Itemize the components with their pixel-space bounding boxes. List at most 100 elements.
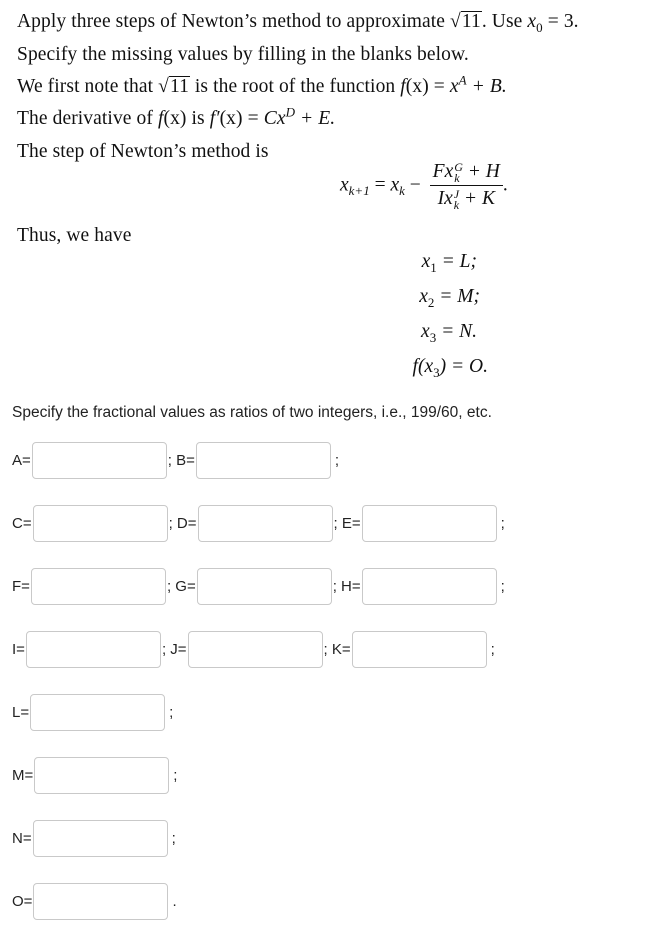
text: Apply three steps of Newton’s method to … xyxy=(17,11,451,32)
answer-row-F-G-H: F= ; G= ; H= ; xyxy=(12,566,505,606)
answer-row-M: M= ; xyxy=(12,755,177,795)
terminator: ; xyxy=(171,829,176,847)
input-I[interactable] xyxy=(25,630,161,668)
fraction: Fx Gk + H Ix Jk + K xyxy=(429,161,503,211)
text: . Use xyxy=(481,11,528,32)
text: − xyxy=(404,174,426,196)
answer-row-N: N= ; xyxy=(12,818,176,858)
text: = L; xyxy=(436,251,477,272)
text: = xyxy=(428,76,450,97)
label-E: ; E= xyxy=(333,514,361,532)
input-G[interactable] xyxy=(196,567,332,605)
var: x xyxy=(421,321,430,342)
text: . xyxy=(502,174,508,196)
sqrt-11: √11 xyxy=(158,76,190,98)
instruction-text: Specify the fractional values as ratios … xyxy=(12,404,492,421)
var-fprime: f′ xyxy=(209,108,220,129)
problem-line-5: The step of Newton’s method is xyxy=(17,141,269,162)
answer-row-C-D-E: C= ; D= ; E= ; xyxy=(12,503,505,543)
sup-sub: Gk xyxy=(454,161,463,185)
radical-sign-icon: √ xyxy=(158,76,169,97)
var-x: x xyxy=(444,188,453,210)
text: is the root of the function xyxy=(189,76,401,97)
text: = 3. xyxy=(542,11,579,32)
terminator: ; xyxy=(334,451,340,469)
subscript: 0 xyxy=(536,19,543,35)
text: + K xyxy=(459,188,495,210)
var-x: x xyxy=(276,108,286,129)
subscript: k xyxy=(454,170,460,185)
text: ) = O. xyxy=(439,356,488,377)
text: + B. xyxy=(466,76,507,97)
input-K[interactable] xyxy=(351,630,487,668)
result-x1: x1 = L; xyxy=(421,251,477,274)
result-x3: x3 = N. xyxy=(421,321,477,344)
answer-row-A-B: A= ; B= ; xyxy=(12,440,339,480)
label-D: ; D= xyxy=(168,514,197,532)
var-x: x xyxy=(444,161,454,182)
label-K: ; K= xyxy=(323,640,351,658)
text: The derivative of xyxy=(17,108,158,129)
text: + E. xyxy=(295,108,336,129)
coef-F: F xyxy=(432,161,445,182)
label-N: N= xyxy=(12,829,32,847)
label-H: ; H= xyxy=(332,577,361,595)
text: is xyxy=(186,108,210,129)
input-O[interactable] xyxy=(33,882,169,920)
var-x: x xyxy=(390,174,400,196)
input-A[interactable] xyxy=(31,441,167,479)
subscript: k+1 xyxy=(348,183,370,199)
answer-row-I-J-K: I= ; J= ; K= ; xyxy=(12,629,495,669)
input-N[interactable] xyxy=(32,819,168,857)
var-x: x xyxy=(340,174,349,196)
denominator: Ix Jk + K xyxy=(430,186,503,211)
exponent-A: A xyxy=(458,72,467,88)
coef-C: C xyxy=(263,108,277,129)
answer-row-O: O= . xyxy=(12,881,177,921)
label-O: O= xyxy=(12,892,33,910)
text: (x) xyxy=(219,108,243,129)
var-x: x xyxy=(527,11,537,32)
result-f-x3: f(x3) = O. xyxy=(413,356,488,379)
input-D[interactable] xyxy=(197,504,333,542)
radical-sign-icon: √ xyxy=(450,11,461,32)
problem-line-2: Specify the missing values by filling in… xyxy=(17,44,469,65)
label-C: C= xyxy=(12,514,32,532)
var-x: x xyxy=(449,76,459,97)
input-L[interactable] xyxy=(30,693,166,731)
terminator: ; xyxy=(500,577,505,595)
input-F[interactable] xyxy=(30,567,166,605)
label-B: ; B= xyxy=(167,451,195,469)
input-B[interactable] xyxy=(195,441,331,479)
text: (x) xyxy=(163,108,187,129)
var: x xyxy=(421,251,431,272)
label-I: I= xyxy=(12,640,25,658)
terminator: ; xyxy=(500,514,505,532)
terminator: . xyxy=(172,892,177,910)
problem-line-1: Apply three steps of Newton’s method to … xyxy=(17,11,579,35)
radicand: 11 xyxy=(460,11,482,32)
input-C[interactable] xyxy=(32,504,168,542)
input-H[interactable] xyxy=(361,567,497,605)
label-J: ; J= xyxy=(161,640,187,658)
label-M: M= xyxy=(12,766,34,784)
text: (x) xyxy=(405,76,429,97)
text: We first note that xyxy=(17,76,159,97)
sqrt-11: √11 xyxy=(450,11,482,33)
input-E[interactable] xyxy=(361,504,497,542)
text: = M; xyxy=(434,286,480,307)
radicand: 11 xyxy=(168,76,190,97)
result-x2: x2 = M; xyxy=(419,286,480,309)
newton-step-formula: xk+1 = xk − Fx Gk + H Ix Jk + K. xyxy=(340,161,508,211)
terminator: ; xyxy=(490,640,495,658)
input-M[interactable] xyxy=(34,756,170,794)
problem-line-4: The derivative of f(x) is f′(x) = CxD + … xyxy=(17,106,336,130)
input-J[interactable] xyxy=(187,630,323,668)
text: = xyxy=(369,174,391,196)
label-F: F= xyxy=(12,577,30,595)
problem-line-3: We first note that √11 is the root of th… xyxy=(17,72,507,98)
answer-row-L: L= ; xyxy=(12,692,173,732)
terminator: ; xyxy=(169,703,174,721)
numerator: Fx Gk + H xyxy=(429,161,503,187)
label-A: A= xyxy=(12,451,31,469)
